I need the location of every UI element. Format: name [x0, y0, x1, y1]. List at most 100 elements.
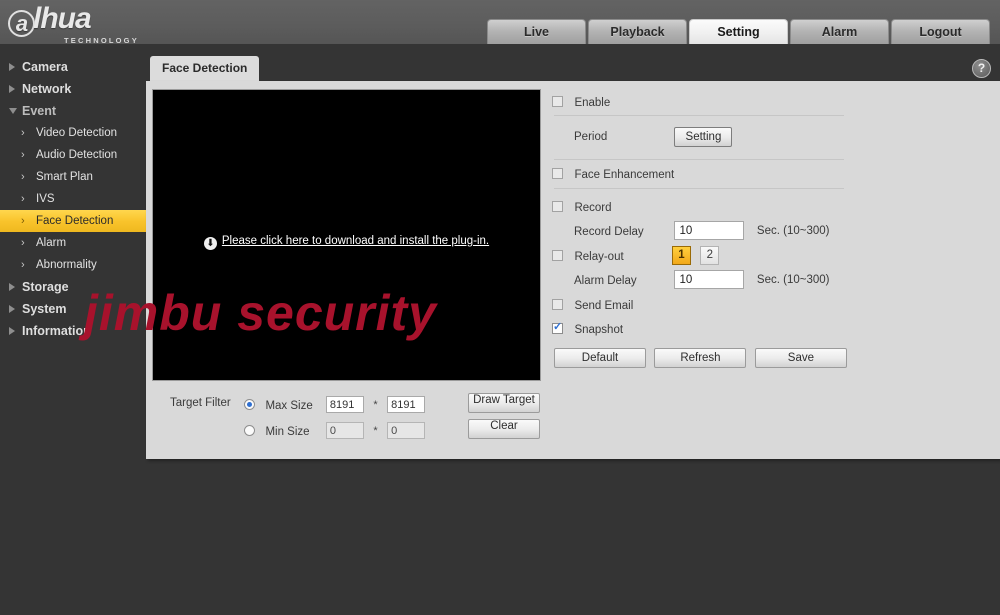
sidebar-group-storage[interactable]: Storage: [0, 276, 146, 298]
clear-button[interactable]: Clear: [468, 419, 540, 439]
record-delay-unit: Sec. (10~300): [756, 224, 830, 237]
face-enhancement-label: Face Enhancement: [574, 169, 675, 181]
period-setting-button[interactable]: Setting: [674, 127, 733, 147]
relay-out-checkbox[interactable]: [552, 249, 563, 261]
max-size-label: Max Size: [265, 400, 313, 412]
record-delay-input[interactable]: [674, 221, 745, 240]
sidebar-group-event-label: Event: [22, 104, 57, 118]
chevron-down-icon: [9, 108, 17, 114]
face-enhancement-row: Face Enhancement: [552, 165, 674, 183]
app-header: a lhua TECHNOLOGY Live Playback Setting A…: [0, 0, 1000, 45]
logo-letter-a: a: [8, 10, 35, 37]
alarm-delay-input[interactable]: [674, 270, 745, 289]
chevron-right-icon: [9, 85, 15, 93]
plugin-download-link[interactable]: ⬇ Please click here to download and insta…: [153, 235, 540, 250]
chevron-right-icon: [9, 283, 15, 291]
settings-sidebar: Camera Network Event › Video Detection ›…: [0, 56, 146, 356]
target-filter-min-row: Min Size *: [244, 422, 426, 440]
nav-tab-live[interactable]: Live: [487, 19, 586, 44]
divider: [554, 115, 844, 116]
radio-min-size[interactable]: [244, 425, 255, 436]
chevron-right-icon: [9, 305, 15, 313]
sidebar-item-label: Alarm: [36, 237, 67, 249]
divider: [554, 188, 844, 189]
min-size-label: Min Size: [265, 426, 310, 438]
sidebar-item-face-detection[interactable]: › Face Detection: [0, 210, 146, 232]
target-filter-max-row: Max Size *: [244, 396, 426, 414]
help-icon[interactable]: ?: [972, 59, 991, 78]
nav-tab-logout[interactable]: Logout: [891, 19, 990, 44]
target-filter-section: Target Filter Max Size * Min Size * Draw…: [152, 389, 541, 451]
sidebar-item-audio-detection[interactable]: › Audio Detection: [0, 144, 146, 166]
relay-out-label: Relay-out: [574, 250, 624, 263]
target-filter-label: Target Filter: [170, 397, 231, 409]
divider: [554, 159, 844, 160]
nav-tab-setting[interactable]: Setting: [689, 19, 788, 44]
sidebar-group-system[interactable]: System: [0, 298, 146, 320]
alarm-delay-unit: Sec. (10~300): [756, 273, 830, 286]
send-email-checkbox[interactable]: [552, 299, 563, 310]
sidebar-group-information[interactable]: Information: [0, 320, 146, 342]
max-size-separator: *: [373, 398, 378, 411]
relay-out-row: Relay-out 1 2: [552, 246, 724, 265]
enable-row: Enable: [552, 93, 610, 111]
enable-checkbox[interactable]: [552, 96, 563, 107]
sidebar-group-network[interactable]: Network: [0, 78, 146, 100]
draw-target-button[interactable]: Draw Target: [468, 393, 540, 413]
min-size-height-input[interactable]: [387, 422, 426, 440]
sidebar-item-smart-plan[interactable]: › Smart Plan: [0, 166, 146, 188]
sidebar-item-label: Audio Detection: [36, 149, 118, 161]
snapshot-checkbox[interactable]: [552, 321, 563, 334]
face-enhancement-checkbox[interactable]: [552, 168, 563, 179]
alarm-delay-row: Alarm Delay Sec. (10~300): [552, 270, 829, 289]
refresh-button[interactable]: Refresh: [654, 348, 747, 368]
sidebar-item-label: Video Detection: [36, 127, 117, 139]
logo-wordmark: a lhua: [8, 4, 188, 37]
face-detection-panel: ⬇ Please click here to download and insta…: [84, 81, 1000, 459]
nav-tab-alarm[interactable]: Alarm: [790, 19, 889, 44]
save-button[interactable]: Save: [754, 348, 847, 368]
sidebar-item-label: Abnormality: [36, 259, 97, 271]
relay-channel-1-button[interactable]: 1: [671, 246, 691, 265]
record-row: Record: [552, 198, 612, 216]
sidebar-group-network-label: Network: [22, 82, 72, 96]
logo-letters-rest: lhua: [33, 2, 92, 35]
download-icon: ⬇: [203, 237, 217, 250]
tab-face-detection[interactable]: Face Detection: [150, 56, 260, 81]
record-checkbox[interactable]: [552, 201, 563, 212]
max-size-height-input[interactable]: [387, 396, 426, 414]
send-email-label: Send Email: [574, 300, 634, 312]
nav-tab-playback[interactable]: Playback: [588, 19, 687, 44]
relay-channel-2-button[interactable]: 2: [700, 246, 720, 265]
min-size-separator: *: [373, 424, 378, 437]
chevron-right-icon: ›: [21, 193, 25, 205]
radio-max-size[interactable]: [244, 399, 255, 410]
sidebar-group-camera-label: Camera: [22, 60, 68, 74]
plugin-download-text: Please click here to download and instal…: [221, 235, 490, 247]
period-label: Period: [574, 131, 608, 143]
chevron-right-icon: [9, 327, 15, 335]
sidebar-group-storage-label: Storage: [22, 280, 69, 294]
chevron-right-icon: ›: [21, 149, 25, 161]
send-email-row: Send Email: [552, 296, 633, 314]
chevron-right-icon: ›: [21, 171, 25, 183]
record-delay-row: Record Delay Sec. (10~300): [552, 221, 829, 240]
record-delay-label: Record Delay: [574, 225, 644, 238]
sidebar-group-event[interactable]: Event: [0, 100, 146, 122]
chevron-right-icon: ›: [21, 215, 25, 227]
sidebar-item-alarm[interactable]: › Alarm: [0, 232, 146, 254]
alarm-delay-label: Alarm Delay: [574, 274, 637, 287]
sidebar-item-ivs[interactable]: › IVS: [0, 188, 146, 210]
default-button[interactable]: Default: [554, 348, 646, 368]
video-preview[interactable]: ⬇ Please click here to download and insta…: [152, 89, 541, 381]
face-detection-form: Enable Period Setting Face Enhancement R…: [552, 89, 992, 451]
sidebar-group-camera[interactable]: Camera: [0, 56, 146, 78]
max-size-width-input[interactable]: [325, 396, 364, 414]
min-size-width-input[interactable]: [325, 422, 364, 440]
sidebar-item-abnormality[interactable]: › Abnormality: [0, 254, 146, 276]
period-row: Period Setting: [552, 127, 733, 147]
snapshot-row: Snapshot: [552, 320, 623, 338]
sidebar-item-video-detection[interactable]: › Video Detection: [0, 122, 146, 144]
dahua-logo: a lhua TECHNOLOGY: [8, 4, 188, 45]
chevron-right-icon: [9, 63, 15, 71]
